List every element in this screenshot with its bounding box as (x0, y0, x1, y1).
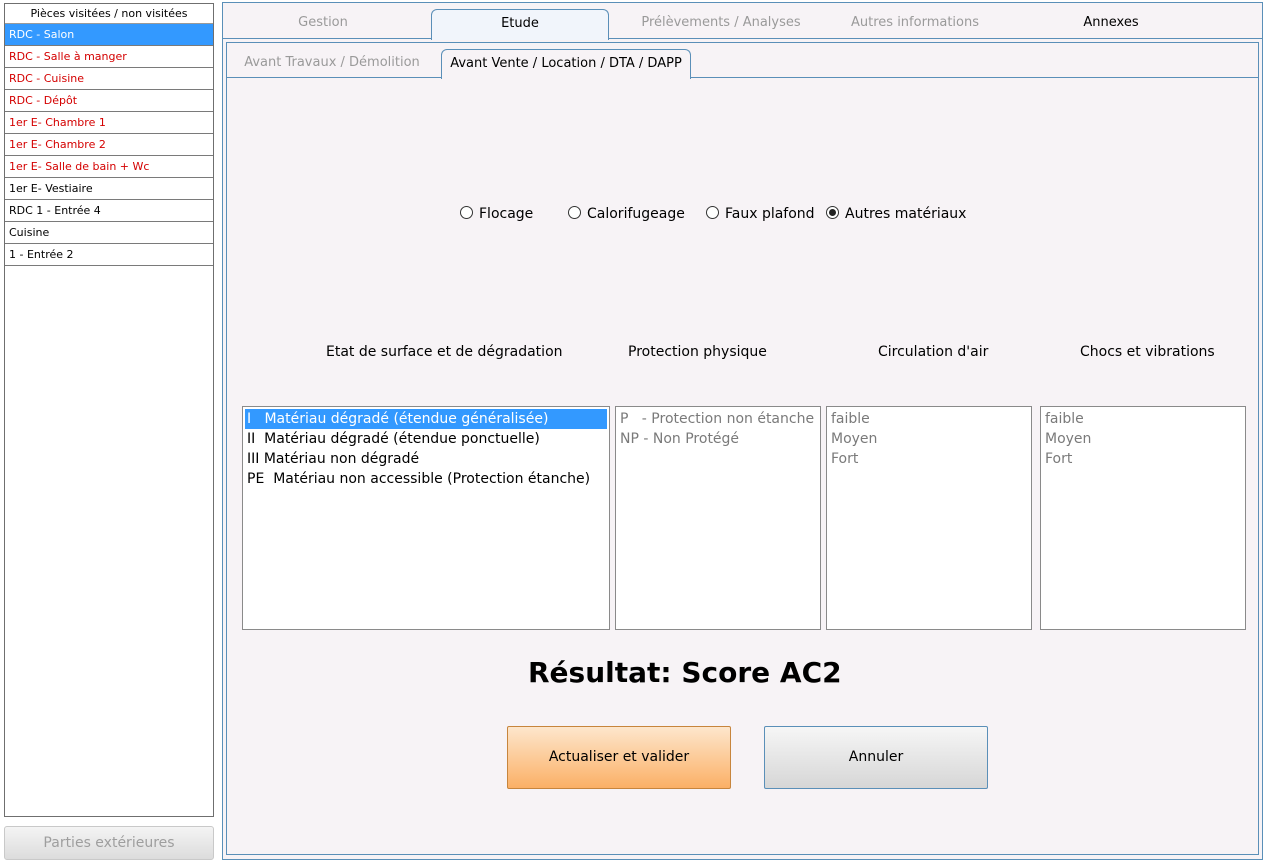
list-item[interactable]: Moyen (1043, 429, 1243, 449)
shocks-vibrations-list[interactable]: faible Moyen Fort (1040, 406, 1246, 630)
list-item[interactable]: Fort (829, 449, 1029, 469)
tab-annexes[interactable]: Annexes (1043, 9, 1179, 39)
room-row[interactable]: 1 - Entrée 2 (5, 244, 213, 266)
room-row[interactable]: 1er E- Vestiaire (5, 178, 213, 200)
air-circulation-title: Circulation d'air (878, 344, 989, 360)
room-row[interactable]: Cuisine (5, 222, 213, 244)
room-row[interactable]: RDC - Salle à manger (5, 46, 213, 68)
radio-unchecked-icon (706, 206, 719, 219)
radio-flocage[interactable]: Flocage (460, 204, 533, 224)
list-item[interactable]: I Matériau dégradé (étendue généralisée) (245, 409, 607, 429)
tab-prelevements[interactable]: Prélèvements / Analyses (631, 9, 811, 39)
top-tab-bar: Gestion Etude Prélèvements / Analyses Au… (223, 3, 1262, 40)
physical-protection-list[interactable]: P - Protection non étanche NP - Non Prot… (615, 406, 821, 630)
radio-checked-icon (826, 206, 839, 219)
list-item[interactable]: Fort (1043, 449, 1243, 469)
list-item[interactable]: P - Protection non étanche (618, 409, 818, 429)
list-item[interactable]: faible (1043, 409, 1243, 429)
tab-autres-informations[interactable]: Autres informations (833, 9, 997, 39)
subtab-avant-travaux[interactable]: Avant Travaux / Démolition (241, 49, 423, 78)
radio-label: Flocage (479, 206, 534, 222)
radio-label: Faux plafond (725, 206, 815, 222)
room-row[interactable]: 1er E- Chambre 1 (5, 112, 213, 134)
radio-faux-plafond[interactable]: Faux plafond (706, 204, 815, 224)
room-row[interactable]: 1er E- Salle de bain + Wc (5, 156, 213, 178)
radio-autres-materiaux[interactable]: Autres matériaux (826, 204, 966, 224)
radio-unchecked-icon (568, 206, 581, 219)
radio-unchecked-icon (460, 206, 473, 219)
radio-calorifugeage[interactable]: Calorifugeage (568, 204, 685, 224)
sub-tab-bar: Avant Travaux / Démolition Avant Vente /… (227, 43, 1258, 79)
cancel-button[interactable]: Annuler (764, 726, 988, 789)
room-row[interactable]: RDC - Dépôt (5, 90, 213, 112)
room-row[interactable]: RDC - Cuisine (5, 68, 213, 90)
room-row[interactable]: RDC - Salon (5, 24, 213, 46)
list-item[interactable]: PE Matériau non accessible (Protection é… (245, 469, 607, 489)
surface-state-list[interactable]: I Matériau dégradé (étendue généralisée)… (242, 406, 610, 630)
list-item[interactable]: II Matériau dégradé (étendue ponctuelle) (245, 429, 607, 449)
tab-gestion[interactable]: Gestion (263, 9, 383, 39)
result-score: Résultat: Score AC2 (528, 656, 842, 689)
subtab-avant-vente[interactable]: Avant Vente / Location / DTA / DAPP (441, 49, 691, 79)
room-list-panel: Pièces visitées / non visitées RDC - Sal… (4, 3, 214, 817)
room-row[interactable]: 1er E- Chambre 2 (5, 134, 213, 156)
list-item[interactable]: Moyen (829, 429, 1029, 449)
room-list-header: Pièces visitées / non visitées (5, 4, 213, 24)
air-circulation-list[interactable]: faible Moyen Fort (826, 406, 1032, 630)
radio-label: Calorifugeage (587, 206, 685, 222)
list-item[interactable]: faible (829, 409, 1029, 429)
radio-label: Autres matériaux (845, 206, 967, 222)
room-row[interactable]: RDC 1 - Entrée 4 (5, 200, 213, 222)
list-item[interactable]: III Matériau non dégradé (245, 449, 607, 469)
exterior-parts-button[interactable]: Parties extérieures (4, 826, 214, 860)
surface-state-title: Etat de surface et de dégradation (326, 344, 563, 360)
tab-etude[interactable]: Etude (431, 9, 609, 40)
shocks-vibrations-title: Chocs et vibrations (1080, 344, 1215, 360)
update-validate-button[interactable]: Actualiser et valider (507, 726, 731, 789)
physical-protection-title: Protection physique (628, 344, 767, 360)
list-item[interactable]: NP - Non Protégé (618, 429, 818, 449)
